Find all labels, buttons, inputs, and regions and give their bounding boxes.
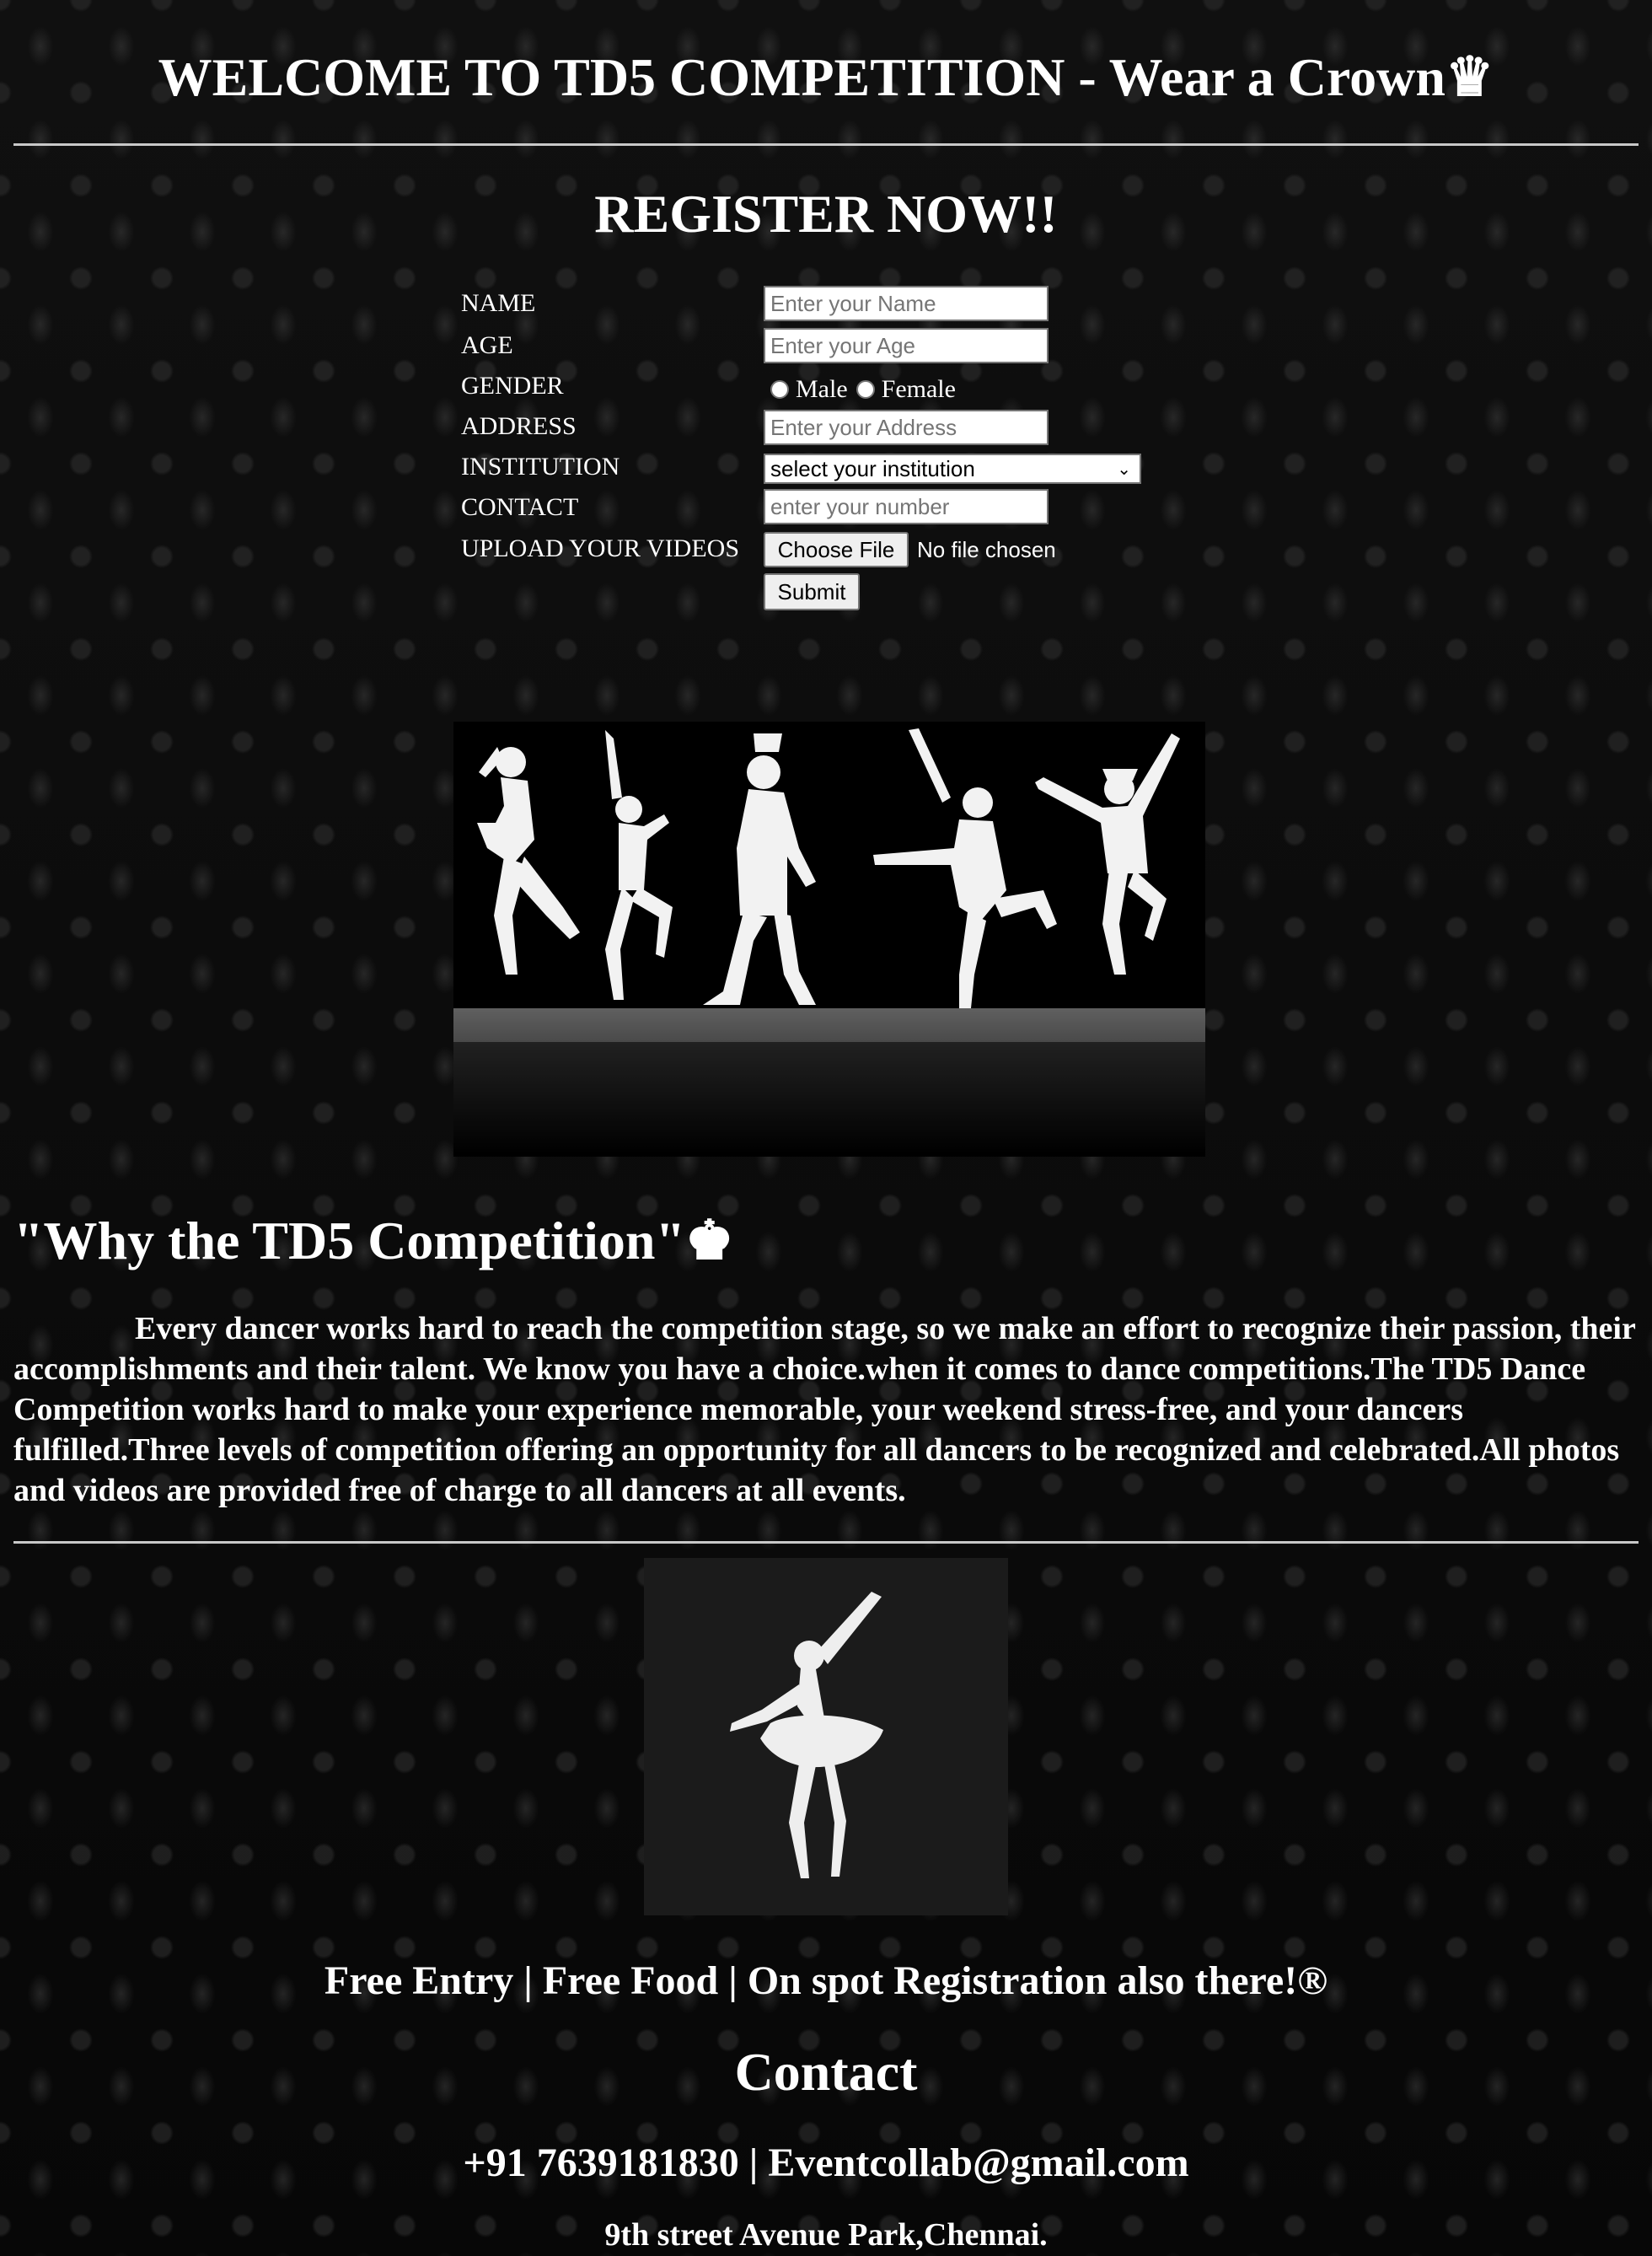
- institution-label: INSTITUTION: [461, 453, 620, 481]
- upload-label: UPLOAD YOUR VIDEOS: [461, 534, 740, 562]
- section-divider: [13, 1541, 1639, 1544]
- female-radio[interactable]: [856, 380, 875, 399]
- address-label: ADDRESS: [461, 412, 577, 440]
- name-label: NAME: [461, 289, 536, 317]
- why-paragraph: Every dancer works hard to reach the com…: [13, 1311, 1636, 1508]
- gender-label: GENDER: [461, 372, 564, 400]
- contact-input[interactable]: [764, 489, 1049, 524]
- dancers-image: [453, 722, 1205, 1157]
- ballerina-silhouette-graphic: [730, 1592, 883, 1878]
- name-input[interactable]: [764, 286, 1049, 321]
- age-label: AGE: [461, 331, 513, 359]
- contact-heading: Contact: [734, 2042, 918, 2102]
- page-title: WELCOME TO TD5 COMPETITION - Wear a Crow…: [158, 47, 1494, 107]
- male-radio[interactable]: [770, 380, 789, 399]
- institution-selected-value: select your institution: [770, 456, 975, 481]
- contact-label: CONTACT: [461, 493, 579, 521]
- free-entry-tagline: Free Entry | Free Food | On spot Registr…: [324, 1958, 1328, 2003]
- gender-radio-group: Male Female: [770, 373, 964, 406]
- choose-file-button[interactable]: Choose File: [764, 532, 909, 567]
- age-input[interactable]: [764, 328, 1049, 363]
- chevron-down-icon: ⌄: [1117, 460, 1131, 479]
- address-text: 9th street Avenue Park,Chennai.: [604, 2217, 1048, 2253]
- submit-button[interactable]: Submit: [764, 573, 860, 610]
- female-radio-label[interactable]: Female: [882, 375, 956, 404]
- contact-info: +91 7639181830 | Eventcollab@gmail.com: [463, 2141, 1189, 2185]
- ballerina-image: [644, 1558, 1008, 1915]
- dancers-silhouette-graphic: [453, 728, 1205, 1157]
- file-status-text: No file chosen: [917, 537, 1056, 562]
- register-heading: REGISTER NOW!!: [594, 184, 1058, 244]
- header-divider: [13, 143, 1639, 146]
- address-input[interactable]: [764, 410, 1049, 445]
- why-heading: "Why the TD5 Competition"♚: [13, 1211, 734, 1270]
- male-radio-label[interactable]: Male: [796, 375, 848, 404]
- institution-select[interactable]: select your institution ⌄: [764, 454, 1141, 484]
